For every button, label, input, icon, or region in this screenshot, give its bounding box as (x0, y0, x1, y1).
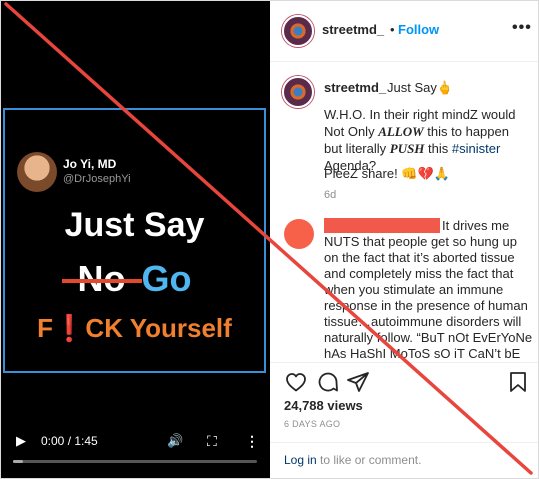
caption-allow: ALLOW (378, 124, 424, 139)
caption-username[interactable]: streetmd_ (324, 80, 386, 95)
post-header: streetmd_ • Follow ••• (270, 1, 538, 62)
video-frame: Jo Yi, MD @DrJosephYi Just Say No Go F❗CK… (3, 108, 266, 373)
post-actions: 24,788 views 6 DAYS AGO (270, 362, 538, 443)
login-prompt: Log in to like or comment. (284, 453, 422, 467)
view-count[interactable]: 24,788 views (284, 398, 363, 413)
caption-timestamp[interactable]: 6d (324, 189, 336, 201)
avatar[interactable] (282, 15, 314, 47)
video-more-icon[interactable]: ⋮ (245, 426, 259, 456)
comments-section[interactable]: streetmd_ Just Say🖕 W.H.O. In their righ… (270, 62, 538, 362)
video-controls: ▶ 0:00 / 1:45 🔊 ⛶ ⋮ (1, 426, 270, 456)
video-text-line3: F❗CK Yourself (37, 313, 232, 343)
login-bar: Log in to like or comment. (270, 442, 538, 478)
instagram-post: Jo Yi, MD @DrJosephYi Just Say No Go F❗CK… (0, 0, 539, 479)
login-link[interactable]: Log in (284, 453, 317, 467)
separator-dot: • (390, 22, 395, 37)
caption-text: W.H.O. In their right mindZ would Not On… (324, 107, 516, 173)
tweet-author-handle: @DrJosephYi (63, 173, 131, 185)
play-icon[interactable]: ▶ (16, 426, 26, 456)
hashtag-link[interactable]: #sinister (452, 141, 500, 156)
video-player[interactable]: Jo Yi, MD @DrJosephYi Just Say No Go F❗CK… (1, 1, 270, 478)
commenter-avatar[interactable] (284, 219, 314, 249)
share-icon[interactable] (346, 370, 370, 394)
caption-push: PUSH (389, 141, 425, 156)
follow-button[interactable]: Follow (398, 22, 439, 37)
volume-icon[interactable]: 🔊 (167, 426, 183, 456)
more-options-icon[interactable]: ••• (512, 19, 532, 37)
comment-icon[interactable] (316, 370, 340, 394)
header-username[interactable]: streetmd_ (322, 22, 384, 37)
tweet-avatar (17, 152, 57, 192)
caption-avatar[interactable] (282, 76, 314, 108)
post-sidebar: streetmd_ • Follow ••• streetmd_ Just Sa… (270, 1, 538, 478)
video-time: 0:00 / 1:45 (41, 434, 98, 448)
bookmark-icon[interactable] (506, 370, 530, 394)
tweet-author-name: Jo Yi, MD (63, 157, 117, 171)
video-text-line2: No Go (5, 258, 264, 300)
video-progress-bar[interactable] (13, 460, 257, 463)
heart-icon[interactable] (284, 370, 308, 394)
comment-text: It drives me NUTS that people get so hun… (324, 218, 533, 361)
caption-title: Just Say🖕 (387, 80, 454, 95)
post-age: 6 DAYS AGO (284, 419, 341, 429)
video-text-line1: Just Say (64, 206, 205, 244)
caption-share: PleeZ share! 👊💔🙏 (324, 166, 450, 181)
fullscreen-icon[interactable]: ⛶ (207, 426, 217, 456)
replacement-word: Go (141, 258, 192, 299)
video-progress-fill (13, 460, 23, 463)
struck-word: No (77, 258, 126, 299)
